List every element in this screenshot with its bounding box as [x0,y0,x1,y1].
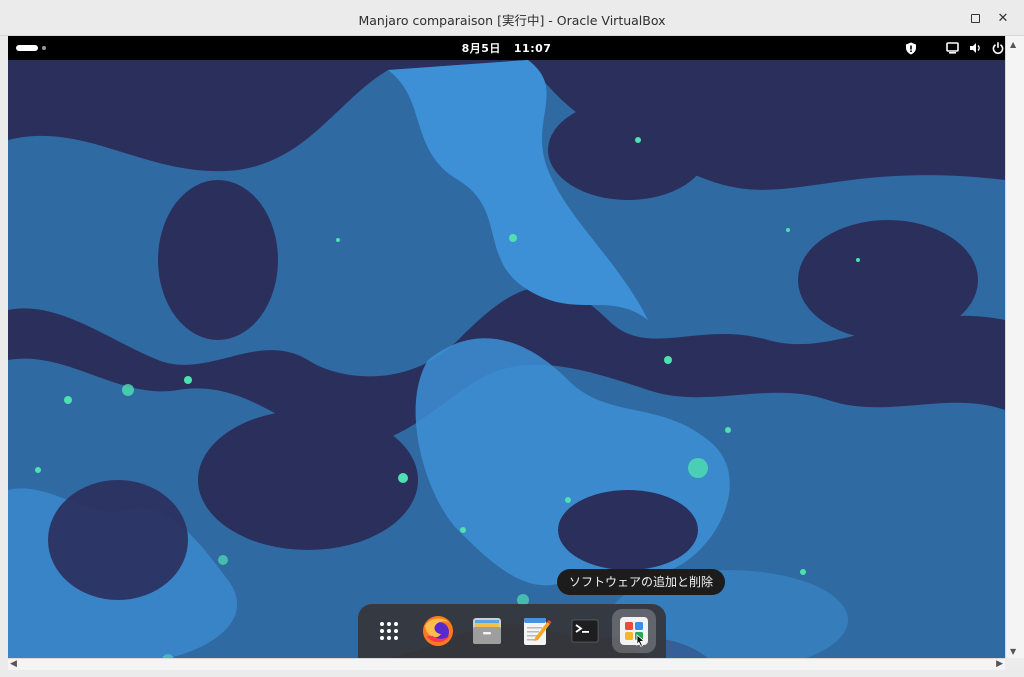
maximize-button[interactable] [966,9,984,27]
dock-item-firefox[interactable] [416,609,460,653]
scroll-up-icon[interactable]: ▲ [1010,40,1016,49]
dock-tooltip: ソフトウェアの追加と削除 [557,569,726,595]
maximize-icon [970,13,980,23]
notepad-icon [524,618,552,645]
dock-item-terminal[interactable] [563,609,607,653]
scroll-down-icon[interactable]: ▼ [1010,647,1016,656]
dock-item-software[interactable] [612,609,656,653]
horizontal-scrollbar[interactable]: ◀ ▶ [8,658,1005,670]
clock-time: 11:07 [513,42,552,55]
vm-screen[interactable]: 8月5日 11:07 ソフトウェアの追加と削除 [8,36,1005,658]
scroll-left-icon[interactable]: ◀ [10,659,17,670]
gnome-top-bar: 8月5日 11:07 [8,36,1005,60]
desktop-wallpaper [8,60,1005,658]
scroll-right-icon[interactable]: ▶ [996,659,1003,670]
scrollbar-corner [1005,658,1024,670]
dash-dock [358,604,666,658]
dock-item-files[interactable] [465,609,509,653]
firefox-icon [423,616,453,646]
grid-icon [380,622,398,640]
terminal-icon [571,619,599,643]
vertical-scrollbar[interactable]: ▲ ▼ [1005,36,1024,658]
window-titlebar[interactable]: Manjaro comparaison [実行中] - Oracle Virtu… [0,0,1024,36]
close-icon: ✕ [997,10,1009,26]
clock-date: 8月5日 [461,42,501,55]
volume-icon [970,43,980,53]
file-cabinet-icon [473,618,501,644]
system-menu-button[interactable] [946,41,1004,55]
power-icon [992,42,1004,54]
shield-icon [906,42,916,54]
dock-item-text-editor[interactable] [514,609,558,653]
privacy-indicator[interactable] [905,41,917,55]
software-store-icon [620,617,648,647]
display-icon [946,42,959,54]
dock-item-app-grid[interactable] [367,609,411,653]
clock[interactable]: 8月5日 11:07 [8,40,1005,56]
window-title: Manjaro comparaison [実行中] - Oracle Virtu… [358,13,666,28]
close-button[interactable]: ✕ [994,9,1012,27]
clock-button[interactable]: 8月5日 11:07 [456,40,558,57]
